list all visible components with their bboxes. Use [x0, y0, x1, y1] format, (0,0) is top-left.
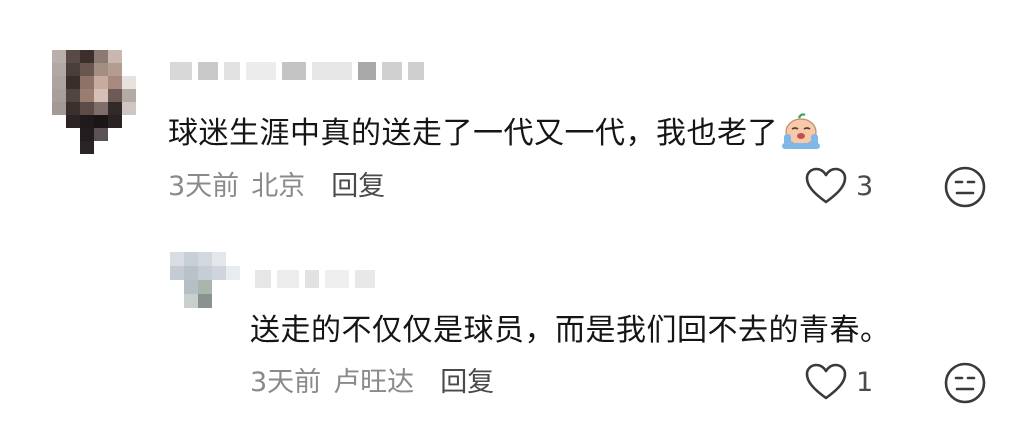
reply-avatar[interactable]	[170, 252, 240, 308]
avatar[interactable]	[52, 50, 136, 154]
reply-meta: 3天前 卢旺达 回复	[250, 360, 494, 399]
comment-meta: 3天前 北京 回复	[168, 164, 385, 203]
dislike-face-icon[interactable]	[943, 165, 987, 209]
comment-time: 3天前	[168, 171, 240, 202]
like-button[interactable]: 3	[804, 166, 873, 206]
heart-outline-icon	[805, 167, 847, 204]
like-count: 1	[856, 366, 874, 398]
crying-face-icon	[782, 112, 820, 149]
comment-text: 球迷生涯中真的送走了一代又一代，我也老了	[168, 108, 822, 154]
reply-username-blurred[interactable]	[255, 270, 375, 288]
like-button[interactable]: 1	[804, 362, 873, 402]
reply-time: 3天前	[250, 367, 322, 398]
reply-button[interactable]: 回复	[331, 164, 385, 203]
reply-button[interactable]: 回复	[440, 360, 494, 399]
comment-location: 北京	[251, 171, 306, 202]
heart-outline-icon	[805, 363, 847, 400]
dislike-face-icon[interactable]	[943, 361, 987, 405]
like-count: 3	[856, 170, 874, 202]
reply-text: 送走的不仅仅是球员，而是我们回不去的青春。	[250, 313, 891, 348]
reply-author: 卢旺达	[333, 367, 415, 398]
username-blurred[interactable]	[170, 62, 424, 80]
comment-text-content: 球迷生涯中真的送走了一代又一代，我也老了	[168, 116, 778, 151]
